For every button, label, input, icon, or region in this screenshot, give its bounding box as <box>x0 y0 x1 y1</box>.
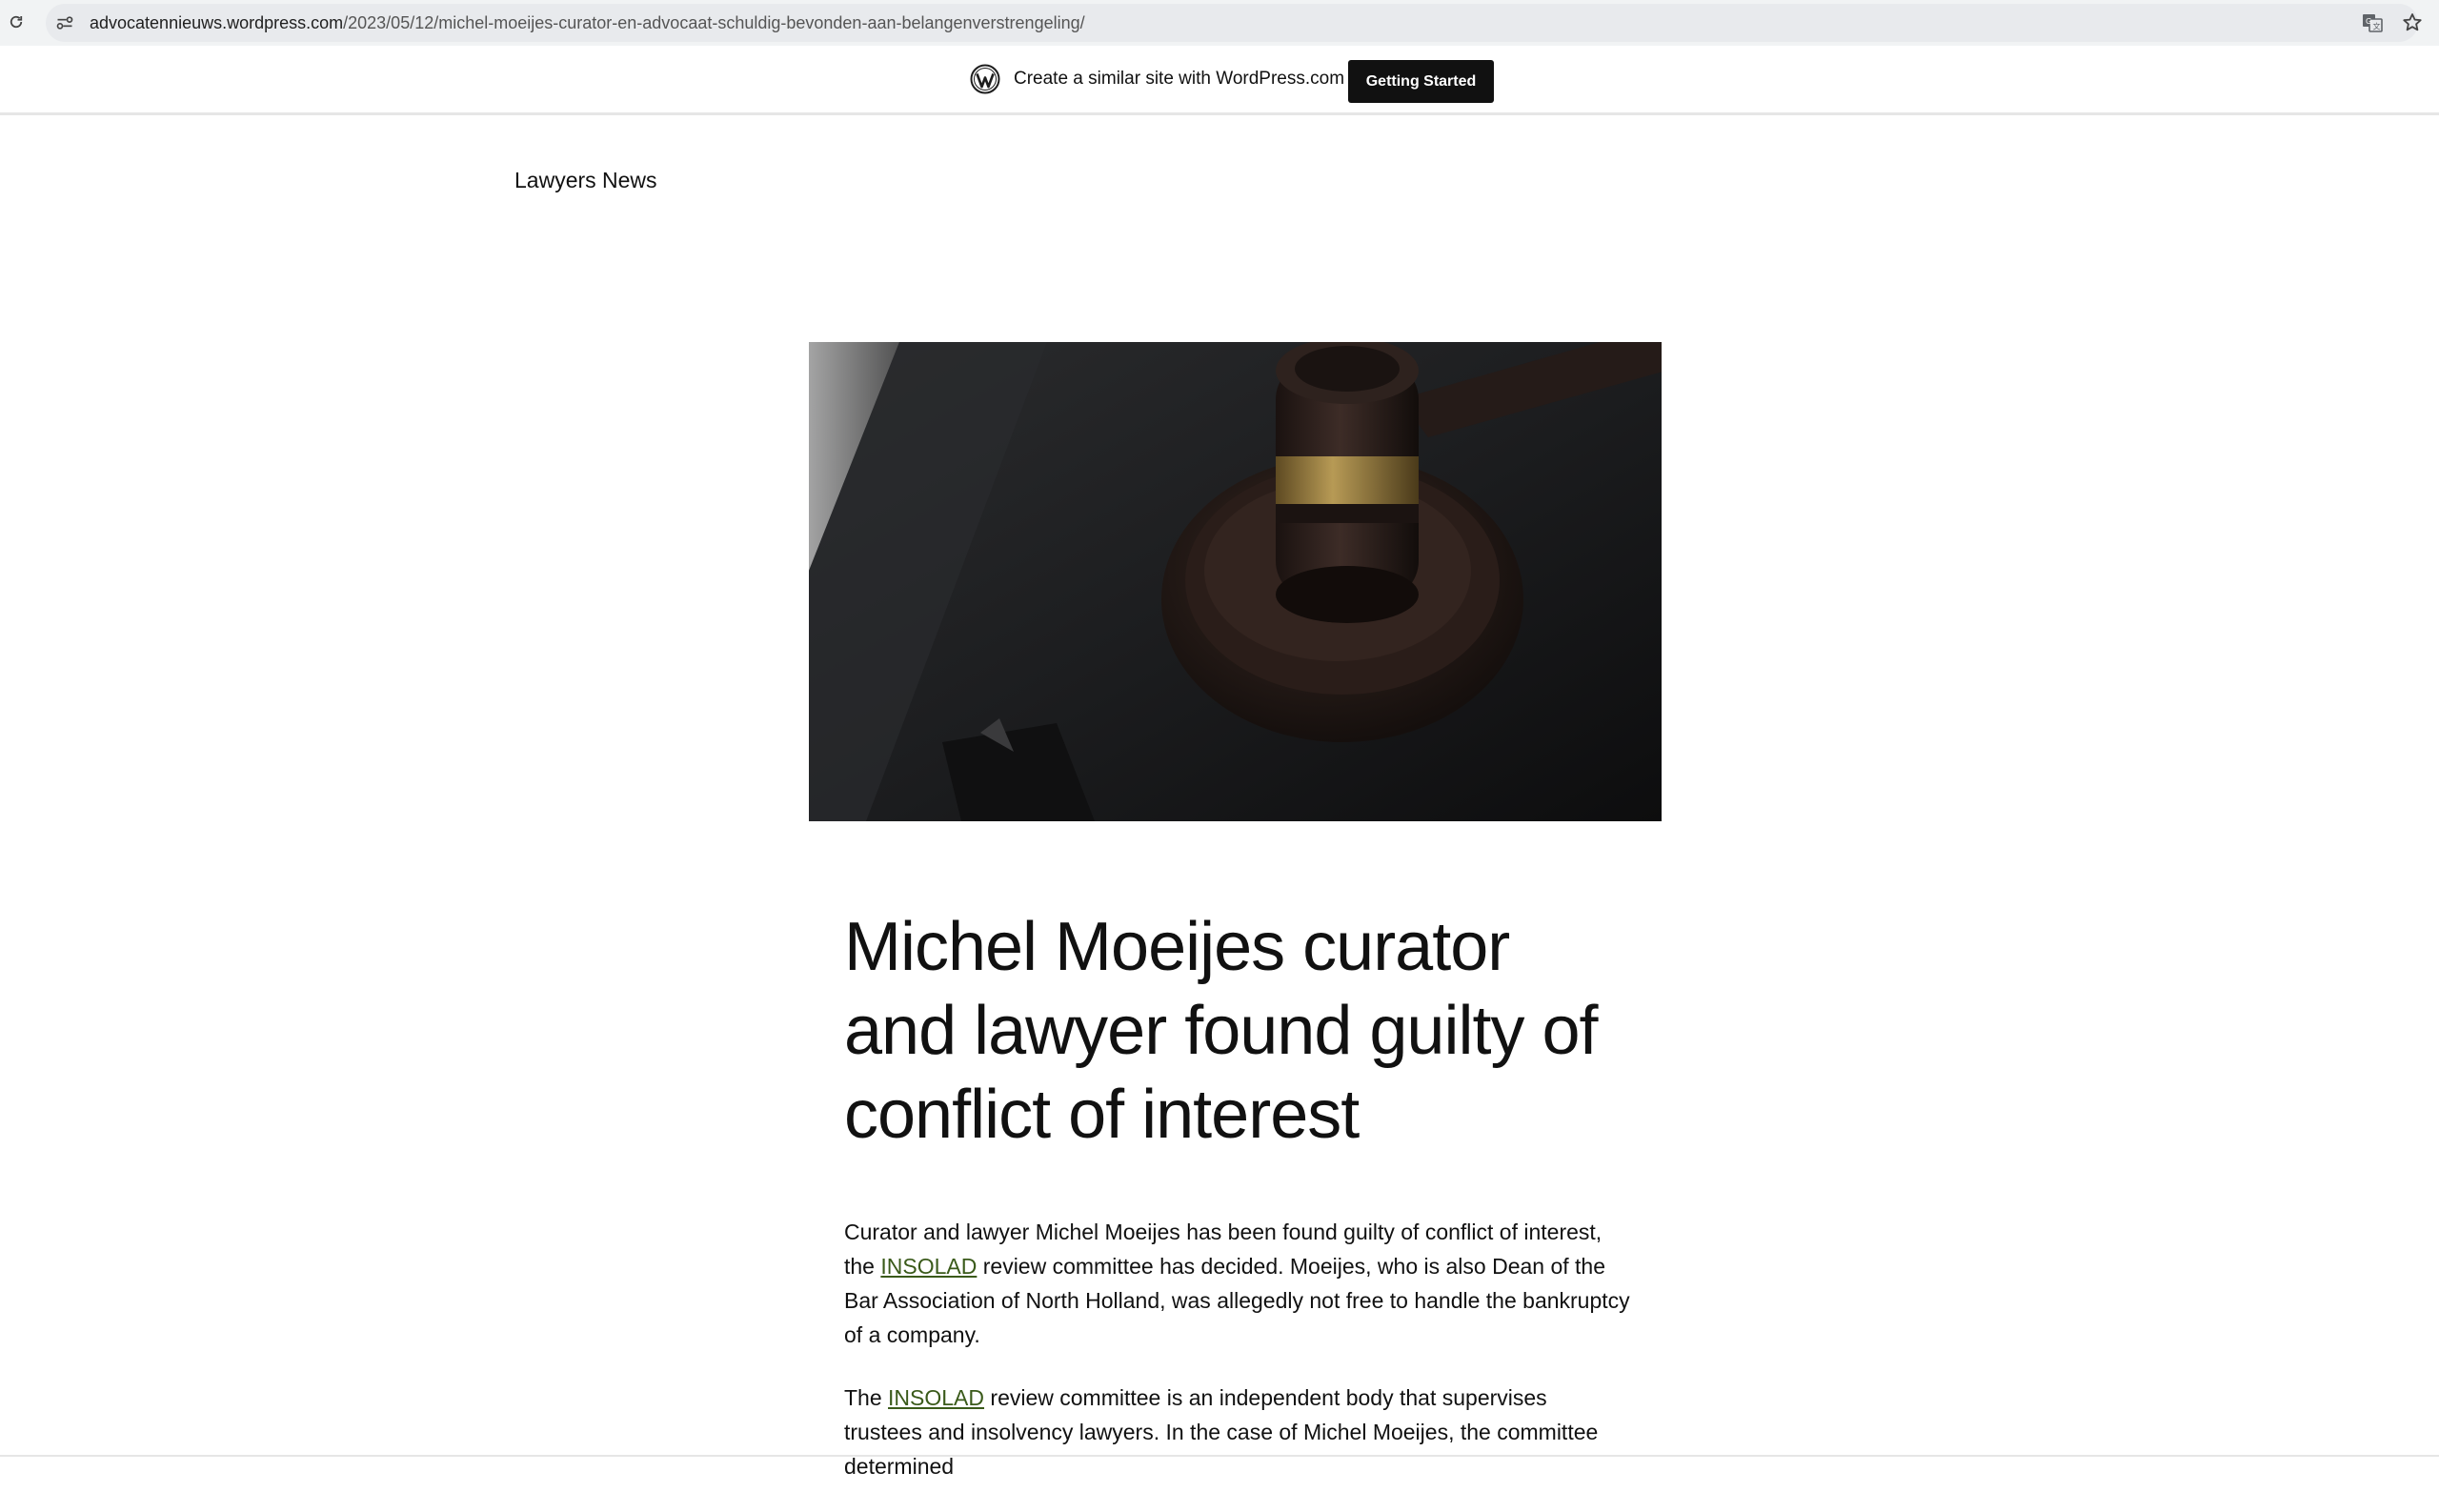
site-title[interactable]: Lawyers News <box>514 168 657 193</box>
site-info-icon[interactable] <box>53 11 76 34</box>
insolad-link[interactable]: INSOLAD <box>880 1254 977 1279</box>
wordpress-banner: Create a similar site with WordPress.com… <box>0 46 2439 115</box>
star-icon[interactable] <box>2401 11 2424 34</box>
insolad-link[interactable]: INSOLAD <box>888 1385 984 1410</box>
post-title: Michel Moeijes curator and lawyer found … <box>844 909 1599 1153</box>
post-paragraph: Curator and lawyer Michel Moeijes has be… <box>844 1215 1630 1352</box>
url-text[interactable]: advocatennieuws.wordpress.com/2023/05/12… <box>90 4 1085 42</box>
wordpress-logo-icon[interactable] <box>970 64 1000 94</box>
svg-text:G: G <box>2366 17 2371 26</box>
address-bar[interactable]: advocatennieuws.wordpress.com/2023/05/12… <box>46 4 2418 42</box>
featured-image-gavel <box>809 342 1662 821</box>
browser-toolbar: advocatennieuws.wordpress.com/2023/05/12… <box>0 0 2439 46</box>
svg-text:文: 文 <box>2373 22 2381 31</box>
post-paragraph: The INSOLAD review committee is an indep… <box>844 1381 1630 1483</box>
translate-icon[interactable]: G文 <box>2361 11 2384 34</box>
reload-icon[interactable] <box>6 11 27 32</box>
paragraph-text: The <box>844 1385 889 1410</box>
getting-started-button[interactable]: Getting Started <box>1348 60 1494 103</box>
wordpress-promo-text[interactable]: Create a similar site with WordPress.com <box>1014 46 1344 112</box>
post-content: Curator and lawyer Michel Moeijes has be… <box>844 1215 1630 1512</box>
url-path: /2023/05/12/michel-moeijes-curator-en-ad… <box>343 13 1085 32</box>
url-host: advocatennieuws.wordpress.com <box>90 13 344 32</box>
divider <box>0 1455 2439 1457</box>
